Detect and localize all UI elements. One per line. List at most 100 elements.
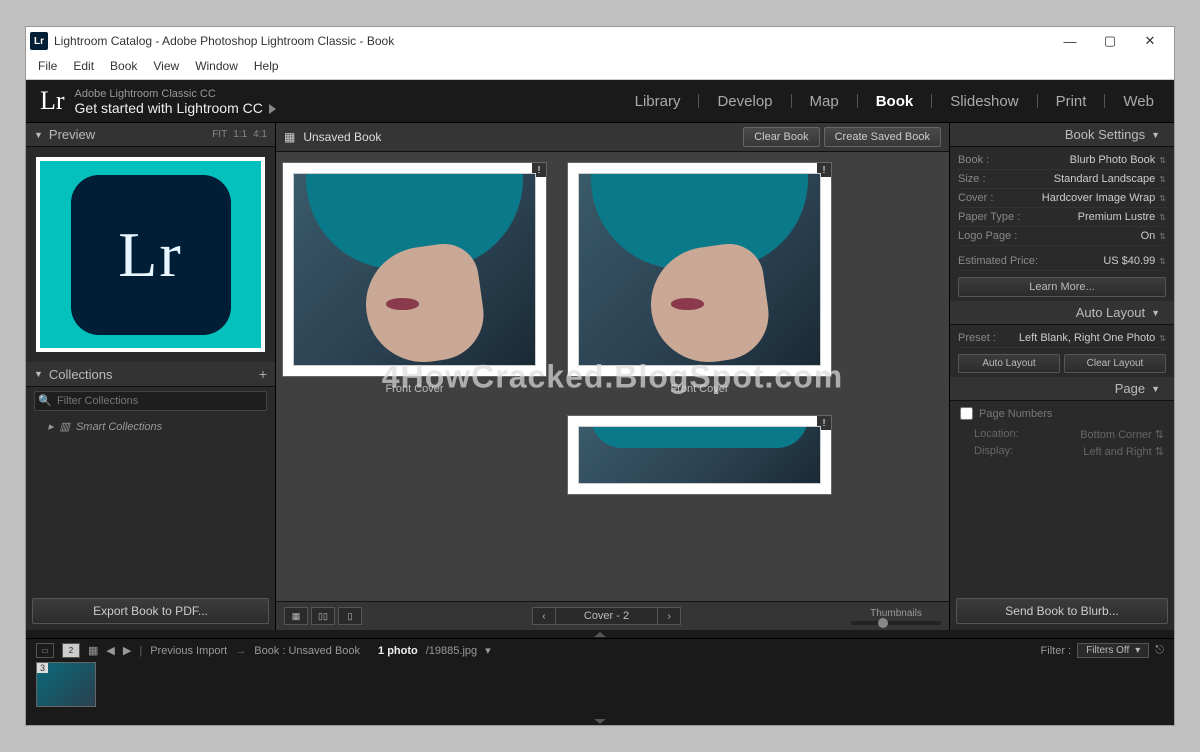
minimize-button[interactable]: —: [1050, 28, 1090, 54]
pages-area[interactable]: ! Front Cover ! Front Cover: [276, 152, 949, 601]
bottom-grabber[interactable]: [26, 717, 1174, 725]
send-to-blurb-button[interactable]: Send Book to Blurb...: [956, 598, 1168, 624]
secondary-display-icon[interactable]: 2: [62, 643, 80, 658]
window-title: Lightroom Catalog - Adobe Photoshop Ligh…: [54, 34, 394, 48]
filmstrip-book-label[interactable]: Book : Unsaved Book: [254, 645, 360, 657]
left-panel: ▼ Preview FIT 1:1 4:1 Lr ▼ Collections: [26, 123, 276, 630]
clear-layout-button[interactable]: Clear Layout: [1064, 354, 1166, 373]
page-partial[interactable]: !: [567, 415, 832, 495]
primary-display-icon[interactable]: ▭: [36, 643, 54, 658]
select-icon: ⇅: [1159, 175, 1166, 184]
setting-size[interactable]: Size :Standard Landscape⇅: [958, 170, 1166, 189]
page-numbers-checkbox[interactable]: Page Numbers: [960, 407, 1164, 420]
filter-collections-input[interactable]: [34, 391, 267, 411]
preset-row[interactable]: Preset :Left Blank, Right One Photo⇅: [958, 329, 1166, 348]
view-spread-button[interactable]: ▯▯: [311, 607, 335, 625]
filter-collections-wrap: 🔍: [34, 391, 267, 411]
auto-layout-header[interactable]: Auto Layout ▼: [950, 301, 1174, 325]
page-front-cover-2[interactable]: ! Front Cover: [567, 162, 832, 395]
preview-zoom-opts: FIT 1:1 4:1: [212, 129, 267, 140]
module-print[interactable]: Print: [1056, 93, 1087, 110]
page-panel-title: Page: [1115, 381, 1145, 396]
setting-book[interactable]: Book :Blurb Photo Book⇅: [958, 151, 1166, 170]
auto-layout-button[interactable]: Auto Layout: [958, 354, 1060, 373]
filmstrip-prev-arrow[interactable]: ◀: [106, 644, 114, 657]
thumbnails-slider[interactable]: [851, 621, 941, 625]
preview-image[interactable]: Lr: [36, 157, 265, 352]
zoom-1-1[interactable]: 1:1: [233, 129, 247, 140]
grid-icon[interactable]: ▦: [284, 130, 295, 144]
preview-body: Lr: [26, 147, 275, 362]
workspace: ▼ Preview FIT 1:1 4:1 Lr ▼ Collections: [26, 123, 1174, 630]
filmstrip-thumb[interactable]: 3: [36, 662, 96, 707]
filter-select[interactable]: Filters Off▾: [1077, 643, 1149, 658]
create-saved-book-button[interactable]: Create Saved Book: [824, 127, 941, 147]
select-icon: ⇅: [1159, 257, 1166, 266]
app-body: Lr Adobe Lightroom Classic CC Get starte…: [26, 80, 1174, 725]
menu-edit[interactable]: Edit: [67, 57, 100, 75]
filter-lock-icon[interactable]: ⎋: [1155, 644, 1164, 657]
module-library[interactable]: Library: [635, 93, 681, 110]
module-slideshow[interactable]: Slideshow: [950, 93, 1018, 110]
page-front-cover-1[interactable]: ! Front Cover: [282, 162, 547, 395]
setting-logo[interactable]: Logo Page :On⇅: [958, 227, 1166, 246]
preview-panel-header[interactable]: ▼ Preview FIT 1:1 4:1: [26, 123, 275, 147]
filmstrip-grabber[interactable]: [26, 630, 1174, 638]
triangle-right-icon: [269, 104, 276, 114]
titlebar: Lr Lightroom Catalog - Adobe Photoshop L…: [26, 27, 1174, 55]
book-title: Unsaved Book: [303, 130, 739, 144]
module-web[interactable]: Web: [1123, 93, 1154, 110]
setting-cover[interactable]: Cover :Hardcover Image Wrap⇅: [958, 189, 1166, 208]
book-settings-body: Book :Blurb Photo Book⇅ Size :Standard L…: [950, 147, 1174, 301]
menu-help[interactable]: Help: [248, 57, 285, 75]
clear-book-button[interactable]: Clear Book: [743, 127, 819, 147]
zoom-fit[interactable]: FIT: [212, 129, 227, 140]
right-panel: Book Settings ▼ Book :Blurb Photo Book⇅ …: [949, 123, 1174, 630]
module-develop[interactable]: Develop: [717, 93, 772, 110]
select-icon: ⇅: [1159, 156, 1166, 165]
app-header: Lr Adobe Lightroom Classic CC Get starte…: [26, 80, 1174, 123]
setting-paper[interactable]: Paper Type :Premium Lustre⇅: [958, 208, 1166, 227]
app-icon: Lr: [30, 32, 48, 50]
collections-panel-header[interactable]: ▼ Collections +: [26, 362, 275, 387]
view-grid-button[interactable]: ▦: [284, 607, 308, 625]
filmstrip-next-arrow[interactable]: ▶: [123, 644, 131, 657]
filmstrip-grid-icon[interactable]: ▦: [88, 644, 98, 657]
menu-file[interactable]: File: [32, 57, 63, 75]
zoom-4-1[interactable]: 4:1: [253, 129, 267, 140]
folder-icon: ▥: [60, 420, 70, 433]
filmstrip-count: 1 photo: [378, 645, 418, 657]
learn-more-button[interactable]: Learn More...: [958, 277, 1166, 297]
filmstrip-filename: /19885.jpg: [426, 645, 477, 657]
center-top-bar: ▦ Unsaved Book Clear Book Create Saved B…: [276, 123, 949, 152]
dropdown-icon[interactable]: ▾: [485, 644, 491, 657]
thumbnails-control: Thumbnails: [851, 608, 941, 625]
pager-prev-button[interactable]: ‹: [532, 607, 556, 625]
chevron-down-icon: ▼: [1151, 130, 1160, 140]
page-numbers-input[interactable]: [960, 407, 973, 420]
page-panel-header[interactable]: Page ▼: [950, 377, 1174, 401]
maximize-button[interactable]: ▢: [1090, 28, 1130, 54]
module-map[interactable]: Map: [810, 93, 839, 110]
filmstrip-source[interactable]: Previous Import: [150, 645, 227, 657]
app-window: Lr Lightroom Catalog - Adobe Photoshop L…: [25, 26, 1175, 726]
add-collection-button[interactable]: +: [259, 366, 267, 382]
select-icon: ⇅: [1159, 232, 1166, 241]
book-settings-header[interactable]: Book Settings ▼: [950, 123, 1174, 147]
view-single-button[interactable]: ▯: [338, 607, 362, 625]
export-book-button[interactable]: Export Book to PDF...: [32, 598, 269, 624]
logo-line2[interactable]: Get started with Lightroom CC: [75, 101, 276, 115]
menu-view[interactable]: View: [147, 57, 185, 75]
display-row: Display:Left and Right ⇅: [960, 443, 1164, 460]
module-book[interactable]: Book: [876, 93, 914, 110]
select-icon: ⇅: [1159, 194, 1166, 203]
menu-window[interactable]: Window: [189, 57, 244, 75]
filmstrip-filter: Filter : Filters Off▾ ⎋: [1041, 643, 1164, 658]
menu-book[interactable]: Book: [104, 57, 143, 75]
close-button[interactable]: ✕: [1130, 28, 1170, 54]
pager-next-button[interactable]: ›: [657, 607, 681, 625]
lr-logo: Lr: [40, 86, 65, 116]
search-icon: 🔍: [38, 394, 52, 407]
slider-handle[interactable]: [878, 618, 888, 628]
smart-collections-row[interactable]: ▸ ▥ Smart Collections: [34, 417, 267, 436]
